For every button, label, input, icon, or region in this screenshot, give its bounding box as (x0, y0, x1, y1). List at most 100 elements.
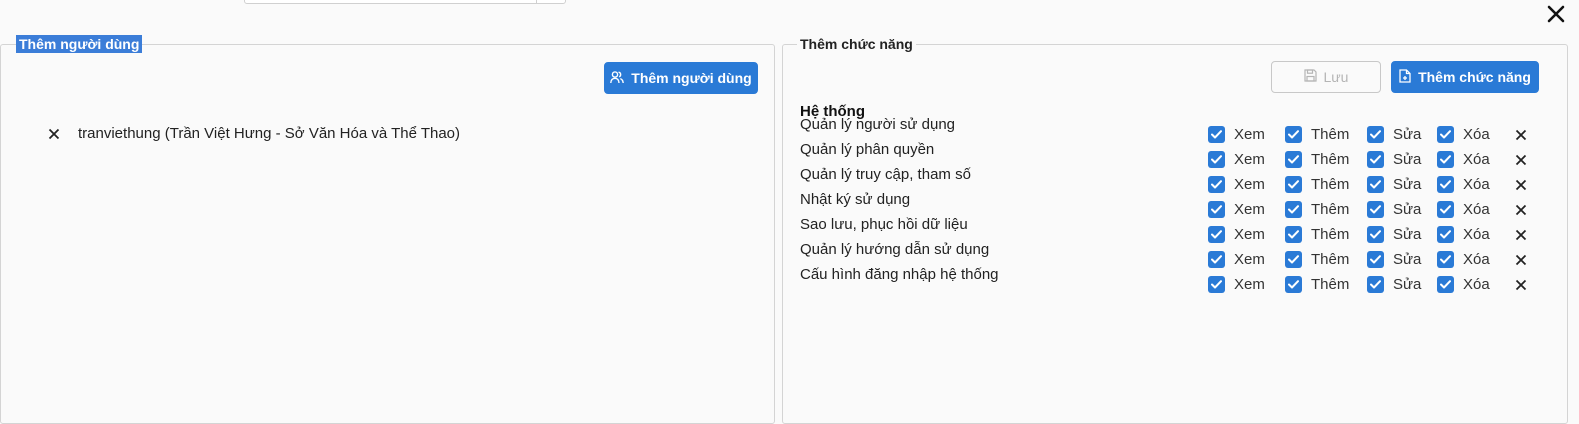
delete-permission-checkbox[interactable]: Xóa (1437, 251, 1490, 268)
checkbox-checked-icon (1285, 126, 1302, 143)
checkbox-checked-icon (1285, 276, 1302, 293)
checkbox-checked-icon (1437, 226, 1454, 243)
remove-function-icon[interactable] (1514, 128, 1528, 142)
add-permission-label: Thêm (1311, 126, 1350, 143)
checkbox-checked-icon (1437, 151, 1454, 168)
checkbox-checked-icon (1367, 251, 1384, 268)
add-function-button[interactable]: Thêm chức năng (1391, 61, 1539, 93)
add-permission-label: Thêm (1311, 226, 1350, 243)
edit-permission-label: Sửa (1393, 126, 1422, 143)
add-permission-checkbox[interactable]: Thêm (1285, 176, 1349, 193)
checkbox-checked-icon (1285, 201, 1302, 218)
add-permission-label: Thêm (1311, 176, 1350, 193)
file-add-icon (1399, 68, 1411, 86)
view-permission-label: Xem (1234, 201, 1265, 218)
remove-function-icon[interactable] (1514, 178, 1528, 192)
edit-permission-checkbox[interactable]: Sửa (1367, 126, 1421, 143)
delete-permission-label: Xóa (1463, 251, 1490, 268)
save-icon (1303, 69, 1317, 85)
add-permission-checkbox[interactable]: Thêm (1285, 276, 1349, 293)
edit-permission-label: Sửa (1393, 201, 1422, 218)
checkbox-checked-icon (1437, 251, 1454, 268)
checkbox-checked-icon (1437, 276, 1454, 293)
edit-permission-checkbox[interactable]: Sửa (1367, 151, 1421, 168)
function-name: Quản lý người sử dụng (800, 116, 956, 133)
checkbox-checked-icon (1208, 276, 1225, 293)
add-user-button[interactable]: Thêm người dùng (604, 62, 758, 94)
function-row: Cấu hình đăng nhập hệ thống Xem Thêm Sửa Xóa (783, 266, 1569, 298)
checkbox-checked-icon (1367, 176, 1384, 193)
checkbox-checked-icon (1208, 151, 1225, 168)
checkbox-checked-icon (1367, 126, 1384, 143)
view-permission-checkbox[interactable]: Xem (1208, 126, 1265, 143)
close-icon[interactable] (1545, 3, 1567, 25)
edit-permission-checkbox[interactable]: Sửa (1367, 176, 1421, 193)
function-name: Sao lưu, phục hồi dữ liệu (800, 216, 968, 233)
view-permission-label: Xem (1234, 126, 1265, 143)
view-permission-label: Xem (1234, 151, 1265, 168)
add-permission-label: Thêm (1311, 276, 1350, 293)
view-permission-checkbox[interactable]: Xem (1208, 151, 1265, 168)
delete-permission-checkbox[interactable]: Xóa (1437, 126, 1490, 143)
add-function-panel: Thêm chức năng Lưu Thêm chức năng Hệ thố… (782, 35, 1569, 424)
add-permission-checkbox[interactable]: Thêm (1285, 226, 1349, 243)
view-permission-checkbox[interactable]: Xem (1208, 226, 1265, 243)
edit-permission-checkbox[interactable]: Sửa (1367, 226, 1421, 243)
delete-permission-checkbox[interactable]: Xóa (1437, 226, 1490, 243)
view-permission-label: Xem (1234, 226, 1265, 243)
add-permission-label: Thêm (1311, 251, 1350, 268)
add-permission-checkbox[interactable]: Thêm (1285, 201, 1349, 218)
edit-permission-label: Sửa (1393, 151, 1422, 168)
view-permission-checkbox[interactable]: Xem (1208, 251, 1265, 268)
delete-permission-label: Xóa (1463, 201, 1490, 218)
add-permission-label: Thêm (1311, 201, 1350, 218)
add-permission-checkbox[interactable]: Thêm (1285, 126, 1349, 143)
remove-function-icon[interactable] (1514, 253, 1528, 267)
checkbox-checked-icon (1208, 226, 1225, 243)
edit-permission-checkbox[interactable]: Sửa (1367, 251, 1421, 268)
remove-user-icon[interactable] (46, 126, 62, 142)
delete-permission-checkbox[interactable]: Xóa (1437, 276, 1490, 293)
add-user-button-label: Thêm người dùng (631, 70, 752, 86)
edit-permission-checkbox[interactable]: Sửa (1367, 201, 1421, 218)
function-name: Cấu hình đăng nhập hệ thống (800, 266, 999, 283)
edit-permission-label: Sửa (1393, 251, 1422, 268)
top-input-divider (536, 0, 537, 3)
function-name: Quản lý phân quyền (800, 141, 935, 158)
add-permission-checkbox[interactable]: Thêm (1285, 151, 1349, 168)
delete-permission-label: Xóa (1463, 226, 1490, 243)
edit-permission-checkbox[interactable]: Sửa (1367, 276, 1421, 293)
add-user-panel-legend: Thêm người dùng (16, 35, 143, 53)
view-permission-label: Xem (1234, 251, 1265, 268)
checkbox-checked-icon (1208, 176, 1225, 193)
add-function-button-label: Thêm chức năng (1418, 69, 1531, 85)
checkbox-checked-icon (1437, 126, 1454, 143)
view-permission-checkbox[interactable]: Xem (1208, 201, 1265, 218)
function-name: Nhật ký sử dụng (800, 191, 911, 208)
delete-permission-checkbox[interactable]: Xóa (1437, 151, 1490, 168)
remove-function-icon[interactable] (1514, 228, 1528, 242)
checkbox-checked-icon (1285, 151, 1302, 168)
save-button[interactable]: Lưu (1271, 61, 1381, 93)
remove-function-icon[interactable] (1514, 203, 1528, 217)
edit-permission-label: Sửa (1393, 176, 1422, 193)
checkbox-checked-icon (1208, 201, 1225, 218)
add-permission-checkbox[interactable]: Thêm (1285, 251, 1349, 268)
view-permission-label: Xem (1234, 176, 1265, 193)
checkbox-checked-icon (1285, 176, 1302, 193)
view-permission-checkbox[interactable]: Xem (1208, 176, 1265, 193)
top-input[interactable] (244, 0, 566, 4)
remove-function-icon[interactable] (1514, 153, 1528, 167)
delete-permission-label: Xóa (1463, 176, 1490, 193)
edit-permission-label: Sửa (1393, 226, 1422, 243)
delete-permission-label: Xóa (1463, 151, 1490, 168)
add-permission-label: Thêm (1311, 151, 1350, 168)
delete-permission-label: Xóa (1463, 126, 1490, 143)
add-function-panel-legend: Thêm chức năng (797, 35, 916, 53)
checkbox-checked-icon (1367, 226, 1384, 243)
delete-permission-checkbox[interactable]: Xóa (1437, 201, 1490, 218)
remove-function-icon[interactable] (1514, 278, 1528, 292)
view-permission-checkbox[interactable]: Xem (1208, 276, 1265, 293)
checkbox-checked-icon (1367, 151, 1384, 168)
delete-permission-checkbox[interactable]: Xóa (1437, 176, 1490, 193)
